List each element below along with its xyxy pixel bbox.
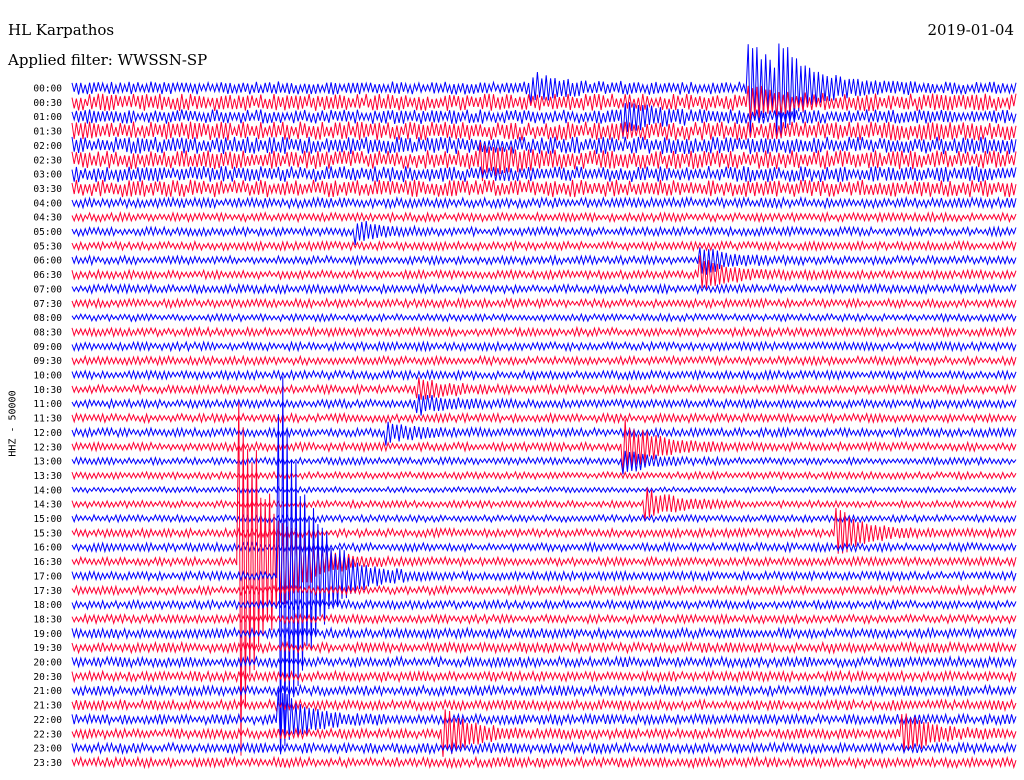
trace-row-0830 — [71, 325, 1017, 339]
time-tick-label: 07:00 — [33, 284, 62, 295]
trace-row-2300 — [71, 741, 1017, 756]
time-tick-label: 12:30 — [33, 442, 62, 453]
time-tick-label: 00:30 — [33, 98, 62, 109]
trace-row-1800 — [71, 598, 1017, 611]
time-tick-label: 18:30 — [33, 614, 62, 625]
time-tick-label: 01:30 — [33, 127, 62, 138]
time-tick-label: 08:00 — [33, 313, 62, 324]
trace-row-0200 — [71, 136, 1017, 155]
trace-row-2330 — [71, 755, 1017, 770]
time-tick-label: 20:00 — [33, 658, 62, 669]
time-tick-label: 00:00 — [33, 84, 62, 95]
time-tick-label: 03:00 — [33, 170, 62, 181]
trace-row-0530 — [71, 239, 1017, 253]
time-tick-label: 11:00 — [33, 399, 62, 410]
time-tick-label: 19:30 — [33, 643, 62, 654]
time-tick-label: 20:30 — [33, 672, 62, 683]
time-tick-label: 14:00 — [33, 485, 62, 496]
trace-row-1030 — [71, 377, 1017, 400]
trace-row-1300 — [71, 450, 1017, 475]
trace-row-0000 — [71, 43, 1017, 139]
time-tick-label: 14:30 — [33, 500, 62, 511]
time-tick-label: 10:30 — [33, 385, 62, 396]
time-tick-label: 18:00 — [33, 600, 62, 611]
time-tick-label: 02:00 — [33, 141, 62, 152]
trace-row-0800 — [71, 312, 1017, 323]
trace-row-1600 — [71, 540, 1017, 554]
trace-row-2100 — [71, 683, 1017, 698]
time-tick-label: 22:30 — [33, 729, 62, 740]
trace-row-1430 — [71, 487, 1017, 522]
trace-row-1130 — [71, 411, 1017, 425]
time-tick-label: 17:00 — [33, 571, 62, 582]
time-tick-labels: 00:00 00:30 01:00 01:30 02:00 02:30 03:00 03:30… — [33, 84, 62, 769]
time-tick-label: 06:30 — [33, 270, 62, 281]
trace-row-1100 — [71, 394, 1017, 416]
time-tick-label: 17:30 — [33, 586, 62, 597]
time-tick-label: 15:30 — [33, 528, 62, 539]
time-tick-label: 13:00 — [33, 457, 62, 468]
time-tick-label: 07:30 — [33, 299, 62, 310]
trace-row-2130 — [71, 698, 1017, 713]
trace-row-0130 — [71, 121, 1017, 141]
time-tick-label: 01:00 — [33, 112, 62, 123]
trace-row-1400 — [71, 485, 1017, 495]
trace-row-1000 — [71, 368, 1017, 382]
trace-row-0730 — [71, 296, 1017, 310]
time-tick-label: 09:00 — [33, 342, 62, 353]
trace-row-2000 — [71, 655, 1017, 669]
time-tick-label: 02:30 — [33, 155, 62, 166]
time-tick-label: 21:30 — [33, 701, 62, 712]
time-tick-label: 05:00 — [33, 227, 62, 238]
time-tick-label: 23:30 — [33, 758, 62, 769]
trace-row-1330 — [71, 470, 1017, 481]
helicorder-plot: 00:00 00:30 01:00 01:30 02:00 02:30 03:00 03:30… — [33, 43, 1017, 770]
trace-row-1200 — [71, 421, 1017, 446]
time-tick-label: 19:00 — [33, 629, 62, 640]
time-tick-label: 06:00 — [33, 256, 62, 267]
time-tick-label: 10:00 — [33, 371, 62, 382]
trace-row-1830 — [71, 612, 1017, 626]
time-tick-label: 16:30 — [33, 557, 62, 568]
time-tick-label: 15:00 — [33, 514, 62, 525]
time-tick-label: 12:00 — [33, 428, 62, 439]
time-tick-label: 04:30 — [33, 213, 62, 224]
time-tick-label: 13:30 — [33, 471, 62, 482]
trace-row-0430 — [71, 210, 1017, 224]
trace-row-1930 — [71, 640, 1017, 655]
time-tick-label: 16:00 — [33, 543, 62, 554]
trace-row-0300 — [71, 166, 1017, 183]
trace-row-0900 — [71, 340, 1017, 353]
trace-row-0930 — [71, 354, 1017, 367]
seismogram-page: HL Karpathos 2019-01-04 Applied filter: … — [0, 0, 1024, 780]
time-tick-label: 11:30 — [33, 414, 62, 425]
trace-row-1500 — [71, 513, 1017, 524]
time-tick-label: 05:30 — [33, 241, 62, 252]
time-tick-label: 04:00 — [33, 198, 62, 209]
trace-row-0700 — [71, 282, 1017, 296]
trace-row-0500 — [71, 220, 1017, 245]
time-tick-label: 09:30 — [33, 356, 62, 367]
trace-row-1900 — [71, 626, 1017, 641]
trace-row-0400 — [71, 195, 1017, 210]
trace-row-1730 — [71, 583, 1017, 597]
time-tick-label: 23:00 — [33, 744, 62, 755]
time-tick-label: 22:00 — [33, 715, 62, 726]
trace-row-0330 — [71, 179, 1017, 198]
time-tick-label: 03:30 — [33, 184, 62, 195]
trace-row-0600 — [71, 247, 1017, 275]
seismic-traces — [71, 43, 1017, 770]
time-tick-label: 08:30 — [33, 327, 62, 338]
time-tick-label: 21:00 — [33, 686, 62, 697]
trace-row-2030 — [71, 669, 1017, 684]
